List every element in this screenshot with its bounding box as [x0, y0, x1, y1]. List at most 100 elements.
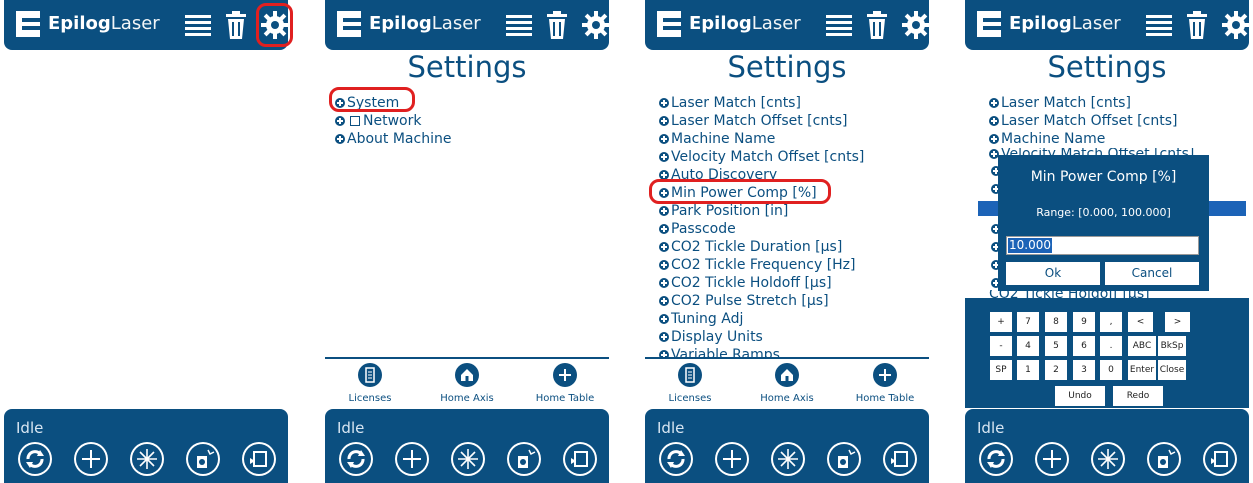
refresh-button[interactable]	[18, 442, 52, 476]
trash-icon[interactable]	[1181, 9, 1213, 41]
ok-button[interactable]: Ok	[1006, 262, 1100, 285]
menu-item[interactable]: Park Position [in]	[659, 202, 864, 220]
page-title: Settings	[1047, 50, 1167, 84]
gear-icon[interactable]	[900, 9, 932, 41]
status-bar: Idle	[4, 409, 288, 483]
menu-item[interactable]: Laser Match Offset [cnts]	[659, 112, 864, 130]
key[interactable]: 6	[1073, 336, 1095, 356]
key[interactable]: 4	[1017, 336, 1039, 356]
list-icon[interactable]	[1143, 9, 1175, 41]
key[interactable]: 3	[1073, 360, 1095, 380]
key[interactable]: 0	[1100, 360, 1122, 380]
frame-button[interactable]	[242, 442, 276, 476]
refresh-button[interactable]	[979, 442, 1013, 476]
list-icon[interactable]	[503, 9, 535, 41]
menu-item[interactable]: CO2 Tickle Frequency [Hz]	[659, 256, 864, 274]
jog-button[interactable]	[395, 442, 429, 476]
frame-button[interactable]	[563, 442, 597, 476]
menu-item[interactable]: CO2 Pulse Stretch [µs]	[659, 292, 864, 310]
key[interactable]: Enter	[1128, 360, 1156, 380]
menu-item[interactable]: Machine Name	[989, 130, 1194, 148]
jog-button[interactable]	[74, 442, 108, 476]
menu-item[interactable]: CO2 Tickle Holdoff [µs]	[989, 290, 1150, 298]
key[interactable]: BkSp	[1158, 336, 1186, 356]
nav-button-licenses[interactable]: Licenses	[650, 363, 730, 404]
key[interactable]: +	[990, 312, 1012, 332]
refresh-button[interactable]	[659, 442, 693, 476]
list-icon[interactable]	[182, 9, 214, 41]
jog-button[interactable]	[715, 442, 749, 476]
focus-button[interactable]	[186, 442, 220, 476]
focus-icon	[827, 442, 861, 476]
trash-icon[interactable]	[861, 9, 893, 41]
menu-item-label: CO2 Tickle Duration [µs]	[671, 239, 843, 255]
menu-item-label: Tuning Adj	[671, 311, 744, 327]
nav-button-home-table[interactable]: Home Table	[845, 363, 925, 404]
redo-key[interactable]: Redo	[1113, 386, 1163, 406]
menu-item[interactable]: Display Units	[659, 328, 864, 346]
menu-item-label: Laser Match Offset [cnts]	[1001, 113, 1178, 129]
laser-button[interactable]	[1091, 442, 1125, 476]
menu-item[interactable]: Machine Name	[659, 130, 864, 148]
menu-item[interactable]: CO2 Tickle Holdoff [µs]	[659, 274, 864, 292]
menu-item[interactable]: Velocity Match Offset [cnts]	[659, 148, 864, 166]
laser-button[interactable]	[451, 442, 485, 476]
expand-icon	[659, 98, 669, 108]
key[interactable]: -	[990, 336, 1012, 356]
key[interactable]: 8	[1045, 312, 1067, 332]
menu-item[interactable]: Laser Match Offset [cnts]	[989, 112, 1194, 130]
menu-item[interactable]: Laser Match [cnts]	[659, 94, 864, 112]
focus-button[interactable]	[1147, 442, 1181, 476]
key[interactable]: 7	[1017, 312, 1039, 332]
nav-button-home-table[interactable]: Home Table	[525, 363, 605, 404]
key[interactable]: 9	[1073, 312, 1095, 332]
key[interactable]: 2	[1045, 360, 1067, 380]
jog-icon	[74, 442, 108, 476]
screen-panel-2: EpilogLaser Settings System Network About M…	[325, 0, 612, 483]
focus-button[interactable]	[827, 442, 861, 476]
status-text: Idle	[657, 419, 685, 437]
frame-button[interactable]	[883, 442, 917, 476]
key[interactable]: >	[1165, 312, 1190, 332]
home-icon	[455, 363, 479, 387]
refresh-button[interactable]	[339, 442, 373, 476]
jog-button[interactable]	[1035, 442, 1069, 476]
menu-item-label: Display Units	[671, 329, 763, 345]
cancel-button[interactable]: Cancel	[1105, 262, 1199, 285]
gear-icon[interactable]	[580, 9, 612, 41]
key[interactable]: Close	[1158, 360, 1186, 380]
list-icon[interactable]	[823, 9, 855, 41]
menu-item[interactable]: Passcode	[659, 220, 864, 238]
key[interactable]: ,	[1100, 312, 1122, 332]
nav-button-home-axis[interactable]: Home Axis	[747, 363, 827, 404]
top-bar: EpilogLaser	[645, 0, 932, 50]
menu-item[interactable]: Network	[335, 112, 451, 130]
key[interactable]: ABC	[1128, 336, 1156, 356]
epilog-logo-icon	[337, 11, 361, 37]
key[interactable]: SP	[990, 360, 1012, 380]
undo-key[interactable]: Undo	[1055, 386, 1105, 406]
laser-button[interactable]	[130, 442, 164, 476]
nav-button-licenses[interactable]: Licenses	[330, 363, 410, 404]
nav-button-home-axis[interactable]: Home Axis	[427, 363, 507, 404]
focus-button[interactable]	[507, 442, 541, 476]
key[interactable]: <	[1128, 312, 1153, 332]
menu-item[interactable]: Tuning Adj	[659, 310, 864, 328]
menu-item[interactable]: CO2 Tickle Duration [µs]	[659, 238, 864, 256]
trash-icon[interactable]	[220, 9, 252, 41]
laser-icon	[771, 442, 805, 476]
gear-icon[interactable]	[1220, 9, 1252, 41]
key[interactable]: 1	[1017, 360, 1039, 380]
key[interactable]: 5	[1045, 336, 1067, 356]
key[interactable]: .	[1100, 336, 1122, 356]
trash-icon[interactable]	[541, 9, 573, 41]
value-input[interactable]: 10.000	[1006, 236, 1199, 255]
frame-button[interactable]	[1203, 442, 1237, 476]
expand-icon	[659, 242, 669, 252]
expand-icon	[659, 134, 669, 144]
expand-icon	[659, 296, 669, 306]
menu-item[interactable]: Laser Match [cnts]	[989, 94, 1194, 112]
laser-button[interactable]	[771, 442, 805, 476]
menu-item-label: CO2 Tickle Frequency [Hz]	[671, 257, 856, 273]
menu-item[interactable]: About Machine	[335, 130, 451, 148]
